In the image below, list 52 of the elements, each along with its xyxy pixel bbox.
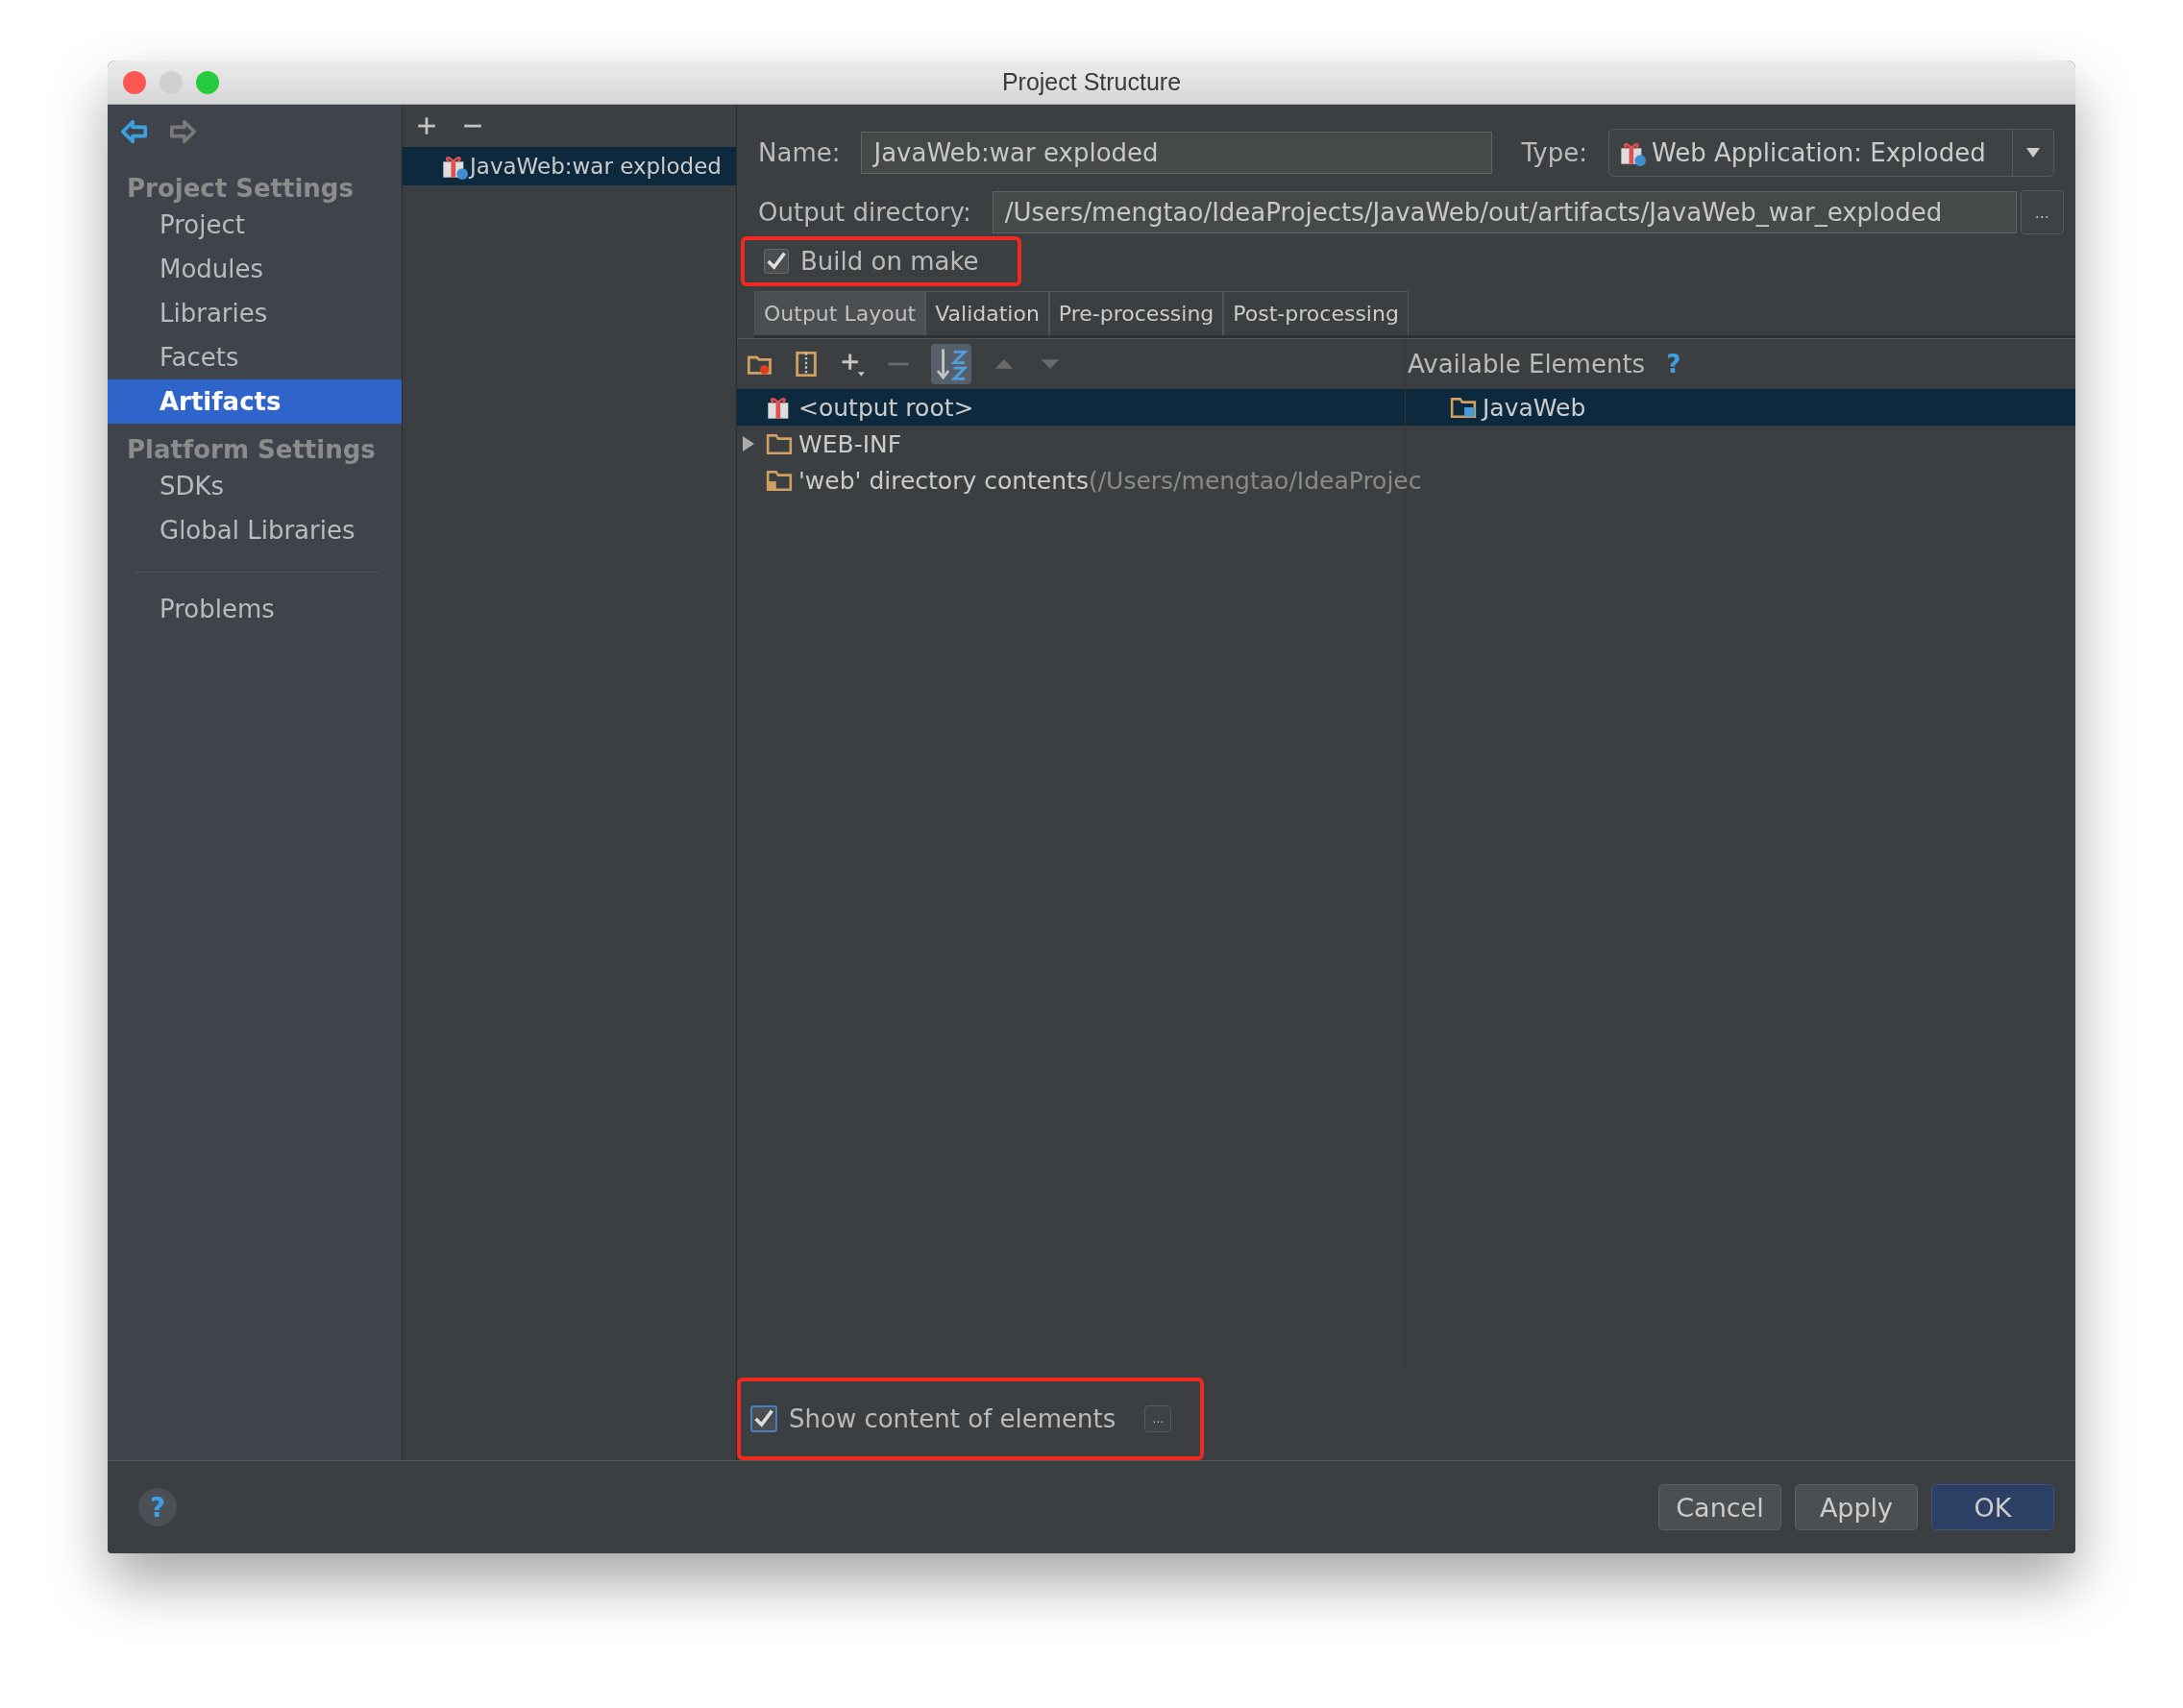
dialog-button[interactable]: Cancel bbox=[1658, 1484, 1781, 1530]
window-title: Project Structure bbox=[1001, 68, 1182, 96]
sidebar-item[interactable]: Libraries bbox=[108, 291, 402, 335]
more-button[interactable]: ... bbox=[1144, 1405, 1172, 1432]
type-dropdown[interactable]: Web Application: Exploded bbox=[1607, 129, 2054, 177]
checkbox[interactable] bbox=[764, 249, 789, 274]
tree-row[interactable]: JavaWeb bbox=[1406, 389, 2075, 426]
checkbox[interactable] bbox=[750, 1405, 777, 1432]
browse-button[interactable]: ... bbox=[2020, 190, 2064, 234]
tab[interactable]: Output Layout bbox=[754, 291, 926, 335]
section-heading: Project Settings bbox=[127, 174, 354, 203]
back-arrow-icon[interactable] bbox=[121, 118, 148, 145]
sidebar-item[interactable]: Artifacts bbox=[108, 379, 402, 424]
type-label: Type: bbox=[1521, 138, 1587, 167]
tree-row[interactable]: WEB-INF bbox=[737, 426, 1405, 462]
help-button[interactable]: ? bbox=[138, 1488, 177, 1526]
tree-label: <output root> bbox=[798, 393, 974, 422]
artifact-item[interactable]: JavaWeb:war exploded bbox=[403, 147, 736, 185]
output-directory-label: Output directory: bbox=[758, 198, 971, 227]
help-icon[interactable]: ? bbox=[1666, 350, 1681, 378]
forward-arrow-icon[interactable] bbox=[169, 118, 196, 145]
tree-label: 'web' directory contents(/Users/mengtao/IdeaProjec bbox=[798, 466, 1422, 495]
tree-label: JavaWeb bbox=[1483, 393, 1586, 422]
output-directory-field[interactable]: /Users/mengtao/IdeaProjects/JavaWeb/out/artifacts/JavaWeb_war_exploded bbox=[992, 191, 2017, 233]
folder-icon bbox=[766, 432, 793, 455]
archive-icon[interactable] bbox=[793, 351, 820, 378]
tab[interactable]: Validation bbox=[925, 291, 1049, 335]
module-folder-icon bbox=[1450, 396, 1477, 419]
available-elements-heading: Available Elements bbox=[1408, 350, 1646, 378]
sidebar-item[interactable]: Problems bbox=[108, 587, 402, 631]
tree-label: WEB-INF bbox=[798, 429, 902, 458]
tab[interactable]: Pre-processing bbox=[1048, 291, 1224, 335]
sidebar-item[interactable]: Global Libraries bbox=[108, 508, 402, 552]
sidebar-item[interactable]: Facets bbox=[108, 335, 402, 379]
expand-arrow-icon[interactable] bbox=[743, 436, 754, 451]
tree-row[interactable]: <output root> bbox=[737, 389, 1405, 426]
section-heading: Platform Settings bbox=[127, 435, 376, 464]
sidebar-item[interactable]: Modules bbox=[108, 247, 402, 291]
sidebar-item[interactable]: SDKs bbox=[108, 464, 402, 508]
name-field[interactable]: JavaWeb:war exploded bbox=[861, 132, 1493, 174]
dialog-button[interactable]: Apply bbox=[1795, 1484, 1918, 1530]
dialog-button[interactable]: OK bbox=[1931, 1484, 2054, 1530]
sort-icon[interactable] bbox=[931, 344, 971, 384]
add-icon[interactable] bbox=[416, 115, 437, 136]
close-icon[interactable] bbox=[123, 71, 146, 94]
caret-icon bbox=[2025, 148, 2040, 158]
build-on-make-label: Build on make bbox=[800, 247, 979, 276]
name-label: Name: bbox=[758, 138, 841, 167]
show-content-label: Show content of elements bbox=[789, 1404, 1116, 1433]
sidebar-item[interactable]: Project bbox=[108, 203, 402, 247]
tab[interactable]: Post-processing bbox=[1223, 291, 1409, 335]
folder-icon bbox=[766, 469, 793, 492]
